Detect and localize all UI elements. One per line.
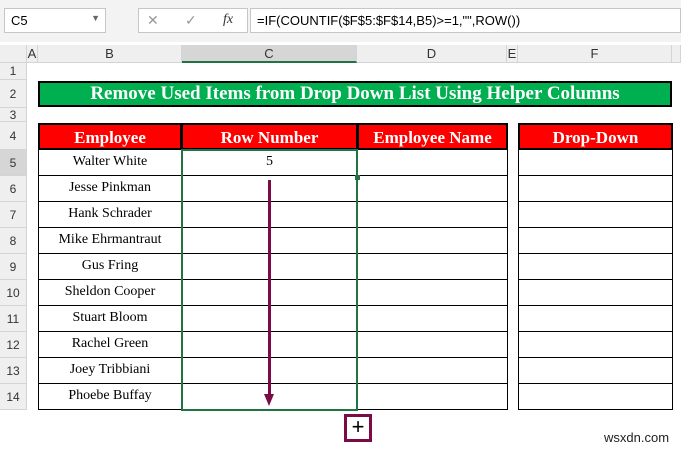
employee-name-cell[interactable]: [357, 357, 508, 384]
formula-input[interactable]: =IF(COUNTIF($F$5:$F$14,B5)>=1,"",ROW()): [250, 8, 681, 33]
employee-cell[interactable]: Gus Fring: [38, 253, 182, 280]
employee-name-cell[interactable]: [357, 175, 508, 202]
row-header-11[interactable]: 11: [0, 306, 27, 332]
header-employee: Employee: [38, 123, 182, 150]
column-header-B[interactable]: B: [38, 45, 182, 63]
row-header-2[interactable]: 2: [0, 80, 27, 108]
name-box-value: C5: [11, 13, 28, 28]
row-header-5[interactable]: 5: [0, 150, 27, 176]
row-header-13[interactable]: 13: [0, 358, 27, 384]
row-header-1[interactable]: 1: [0, 63, 27, 80]
drop-down-cell[interactable]: [518, 149, 673, 176]
row-header-9[interactable]: 9: [0, 254, 27, 280]
enter-icon[interactable]: ✓: [185, 12, 197, 29]
arrow-down-icon: [264, 394, 274, 406]
chevron-down-icon[interactable]: ▼: [91, 13, 100, 23]
row-header-8[interactable]: 8: [0, 228, 27, 254]
employee-name-cell[interactable]: [357, 383, 508, 410]
select-all-button[interactable]: [0, 45, 27, 63]
drop-down-cell[interactable]: [518, 175, 673, 202]
column-header-A[interactable]: A: [27, 45, 38, 63]
employee-cell[interactable]: Hank Schrader: [38, 201, 182, 228]
employee-name-cell[interactable]: [357, 331, 508, 358]
employee-cell[interactable]: Walter White: [38, 149, 182, 176]
watermark: wsxdn.com: [604, 430, 670, 445]
cancel-icon[interactable]: ✕: [147, 12, 159, 29]
employee-name-cell[interactable]: [357, 279, 508, 306]
fx-icon[interactable]: fx: [223, 12, 233, 28]
employee-name-cell[interactable]: [357, 227, 508, 254]
employee-name-cell[interactable]: [357, 201, 508, 228]
name-box[interactable]: C5 ▼: [4, 8, 106, 33]
drop-down-cell[interactable]: [518, 253, 673, 280]
employee-name-cell[interactable]: [357, 149, 508, 176]
row-header-6[interactable]: 6: [0, 176, 27, 202]
employee-cell[interactable]: Rachel Green: [38, 331, 182, 358]
employee-cell[interactable]: Joey Tribbiani: [38, 357, 182, 384]
employee-cell[interactable]: Mike Ehrmantraut: [38, 227, 182, 254]
employee-cell[interactable]: Jesse Pinkman: [38, 175, 182, 202]
drop-down-cell[interactable]: [518, 227, 673, 254]
header-row-number: Row Number: [181, 123, 358, 150]
drop-down-cell[interactable]: [518, 279, 673, 306]
header-drop-down: Drop-Down: [518, 123, 673, 150]
employee-name-cell[interactable]: [357, 253, 508, 280]
header-employee-name: Employee Name: [357, 123, 508, 150]
row-header-10[interactable]: 10: [0, 280, 27, 306]
employee-cell[interactable]: Phoebe Buffay: [38, 383, 182, 410]
drop-down-cell[interactable]: [518, 305, 673, 332]
row-header-12[interactable]: 12: [0, 332, 27, 358]
employee-name-cell[interactable]: [357, 305, 508, 332]
column-header-G[interactable]: [672, 45, 681, 63]
row-header-14[interactable]: 14: [0, 384, 27, 410]
column-header-D[interactable]: D: [357, 45, 507, 63]
drop-down-cell[interactable]: [518, 331, 673, 358]
column-header-F[interactable]: F: [518, 45, 672, 63]
drop-down-cell[interactable]: [518, 383, 673, 410]
employee-cell[interactable]: Sheldon Cooper: [38, 279, 182, 306]
row-header-4[interactable]: 4: [0, 122, 27, 150]
title-banner: Remove Used Items from Drop Down List Us…: [38, 81, 672, 107]
row-header-3[interactable]: 3: [0, 108, 27, 122]
row-header-7[interactable]: 7: [0, 202, 27, 228]
fill-plus-icon: +: [344, 414, 372, 442]
fill-arrow: [268, 180, 271, 395]
column-header-C[interactable]: C: [182, 45, 357, 63]
fill-handle[interactable]: [355, 175, 360, 180]
drop-down-cell[interactable]: [518, 201, 673, 228]
drop-down-cell[interactable]: [518, 357, 673, 384]
formula-buttons: ✕ ✓ fx: [138, 8, 248, 33]
employee-cell[interactable]: Stuart Bloom: [38, 305, 182, 332]
column-header-E[interactable]: E: [507, 45, 518, 63]
